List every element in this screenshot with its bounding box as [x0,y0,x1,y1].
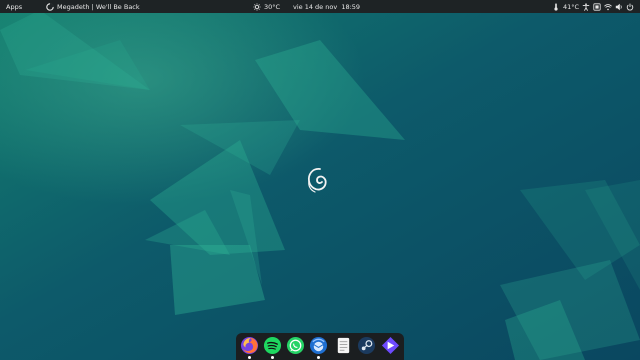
running-indicator [317,356,320,359]
dock-spotify[interactable] [263,336,282,359]
weather-indicator[interactable]: 30°C [253,0,280,13]
music-icon [46,2,54,11]
dock-proton-vpn[interactable] [381,336,400,355]
dock-thunderbird[interactable] [309,336,328,359]
screenshot-icon[interactable] [593,2,601,11]
apps-label: Apps [6,2,23,11]
running-indicator [271,356,274,359]
dock [236,333,404,360]
steam-icon [357,336,376,355]
firefox-icon [240,336,259,355]
top-panel: Apps Megadeth | We'll Be Back 30°C vie 1… [0,0,640,13]
volume-icon[interactable] [615,3,623,11]
spotify-icon [263,336,282,355]
dock-steam[interactable] [357,336,376,355]
thunderbird-icon [309,336,328,355]
dock-firefox[interactable] [240,336,259,359]
date-time: vie 14 de nov 18:59 [293,2,361,11]
clock-button[interactable]: vie 14 de nov 18:59 [293,0,360,13]
thermometer-icon [552,2,560,11]
cpu-temp-indicator[interactable]: 41°C [552,3,579,11]
sun-icon [253,2,261,11]
cpu-temperature: 41°C [562,2,579,11]
debian-logo [307,168,327,193]
media-title: Megadeth | We'll Be Back [57,2,140,11]
wifi-icon[interactable] [604,3,612,11]
dock-whatsapp[interactable] [286,336,305,355]
running-indicator [248,356,251,359]
power-icon[interactable] [626,3,634,11]
dock-text-editor[interactable] [334,336,353,355]
weather-temperature: 30°C [264,2,281,11]
apps-menu-button[interactable]: Apps [6,0,22,13]
text-editor-icon [337,337,350,354]
media-indicator[interactable]: Megadeth | We'll Be Back [46,0,140,13]
accessibility-icon[interactable] [582,2,590,11]
whatsapp-icon [286,336,305,355]
proton-vpn-icon [381,336,400,355]
system-status-area[interactable]: 41°C [552,0,634,13]
